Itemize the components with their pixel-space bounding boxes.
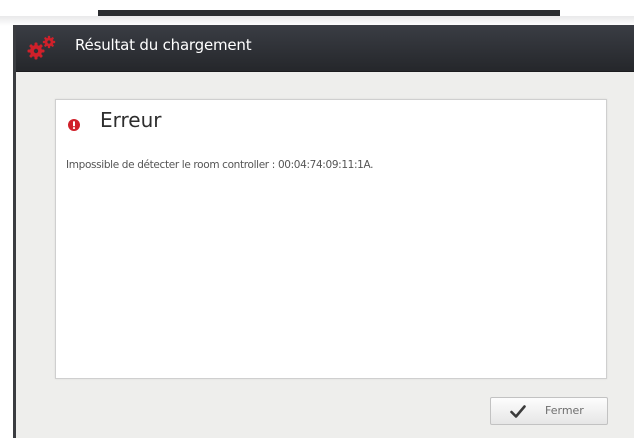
screen: Résultat du chargement Erreur Impossible… <box>0 0 634 438</box>
close-button[interactable]: Fermer <box>490 397 608 425</box>
dialog-title: Résultat du chargement <box>75 36 252 54</box>
error-panel: Erreur Impossible de détecter le room co… <box>55 99 607 379</box>
close-button-label: Fermer <box>545 404 584 417</box>
error-heading: Erreur <box>100 108 162 132</box>
result-dialog: Résultat du chargement Erreur Impossible… <box>13 25 634 438</box>
dialog-title-bar[interactable]: Résultat du chargement <box>16 25 634 72</box>
error-icon <box>68 119 80 131</box>
error-message: Impossible de détecter le room controlle… <box>66 159 374 171</box>
checkmark-icon <box>510 405 526 418</box>
gears-icon <box>27 35 56 60</box>
